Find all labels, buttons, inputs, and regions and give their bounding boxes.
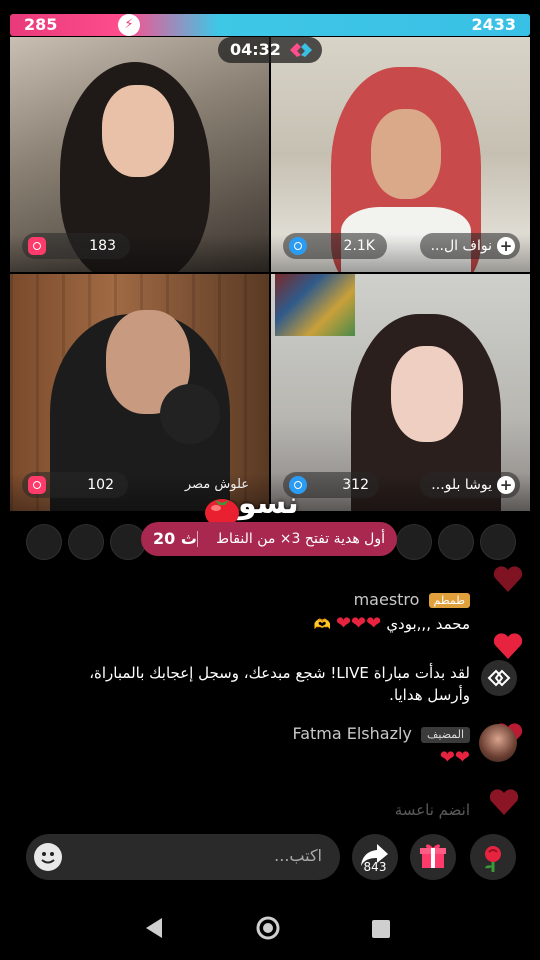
participant-face	[371, 109, 441, 199]
share-count: 843	[363, 860, 387, 874]
viewer-avatar[interactable]	[68, 524, 104, 560]
viewer-pill[interactable]: 2.1K	[283, 233, 387, 259]
countdown: 20 ث	[153, 529, 197, 548]
participant-tile-top-left[interactable]: 183	[10, 37, 269, 272]
divider	[197, 531, 198, 547]
viewer-count: 312	[342, 477, 369, 493]
gift-icon	[420, 844, 446, 868]
chat-text: محمد ,,,بودي	[386, 615, 470, 633]
chat-username[interactable]: maestro	[354, 590, 420, 609]
gift-banner-text: أول هدية تفتح 3× من النقاط	[216, 531, 385, 547]
left-team-score: 285	[24, 15, 58, 34]
viewer-avatar[interactable]	[438, 524, 474, 560]
join-text: انضم ناعسة	[394, 801, 470, 819]
chat-username[interactable]: Fatma Elshazly	[292, 724, 411, 743]
participant-face	[102, 85, 174, 177]
viewer-count: 102	[87, 477, 114, 493]
fan-badge: طمطم	[428, 593, 470, 608]
system-message: لقد بدأت مباراة LIVE! شجع مبدعك، وسجل إع…	[50, 662, 470, 706]
avatar[interactable]	[479, 724, 517, 762]
home-nav-icon[interactable]	[256, 916, 280, 940]
heart-emoji-icon: ❤❤	[439, 747, 470, 768]
heart-icon	[493, 633, 523, 659]
follow-plus-icon[interactable]: +	[497, 237, 515, 255]
hand-heart-icon: 🫶	[313, 617, 331, 633]
camera-icon	[28, 476, 46, 494]
battle-icon	[290, 43, 312, 57]
rose-gift-button[interactable]	[470, 834, 516, 880]
share-button[interactable]: 843	[352, 834, 398, 880]
participant-tile-bottom-left[interactable]: 102 علوش مصر	[10, 274, 269, 511]
participant-face	[391, 346, 463, 442]
battle-timer: 04:32	[218, 37, 322, 63]
rose-icon	[485, 846, 501, 872]
viewer-avatar[interactable]	[396, 524, 432, 560]
participant-name: نواف ال...	[430, 238, 492, 254]
viewer-pill[interactable]: 183	[22, 233, 130, 259]
emoji-icon[interactable]	[34, 843, 62, 871]
follow-plus-icon[interactable]: +	[497, 476, 515, 494]
viewer-avatar[interactable]	[480, 524, 516, 560]
live-match-icon	[481, 660, 517, 696]
heart-emoji-icon: ❤❤❤	[335, 613, 382, 634]
back-nav-icon[interactable]	[146, 918, 164, 938]
camera-icon	[28, 237, 46, 255]
system-navigation-bar	[0, 890, 540, 960]
wall-painting	[275, 274, 355, 336]
participant-tile-bottom-right[interactable]: 312 + يوشا بلو...	[271, 274, 530, 511]
system-text: لقد بدأت مباراة LIVE! شجع مبدعك، وسجل إع…	[89, 664, 470, 704]
participant-name: يوشا بلو...	[431, 477, 492, 493]
heart-icon	[489, 789, 519, 815]
bolt-icon: ⚡	[118, 14, 140, 36]
microphone-icon	[160, 384, 220, 444]
chat-message: المضيف Fatma Elshazly ❤❤	[292, 724, 470, 768]
gift-multiplier-banner[interactable]: 20 ث أول هدية تفتح 3× من النقاط	[141, 522, 397, 556]
battle-score-bar: 285 ⚡ 2433	[10, 14, 530, 36]
join-message: انضم ناعسة	[395, 800, 470, 819]
recents-nav-icon[interactable]	[372, 920, 390, 938]
timer-text: 04:32	[230, 40, 281, 59]
viewer-count: 183	[89, 238, 116, 254]
viewer-count: 2.1K	[343, 238, 375, 254]
host-badge: المضيف	[420, 726, 470, 743]
participant-name-pill[interactable]: + يوشا بلو...	[420, 472, 520, 498]
right-team-score: 2433	[471, 15, 516, 34]
heart-icon	[493, 566, 523, 592]
participant-name-pill[interactable]: + نواف ال...	[420, 233, 520, 259]
comment-placeholder: اكتب...	[274, 846, 322, 865]
eye-icon	[289, 237, 307, 255]
viewer-avatar[interactable]	[26, 524, 62, 560]
viewer-pill[interactable]: 102	[22, 472, 128, 498]
comment-input[interactable]: اكتب...	[26, 834, 340, 880]
chat-message: طمطم maestro محمد ,,,بودي ❤❤❤ 🫶	[313, 590, 470, 634]
gift-button[interactable]	[410, 834, 456, 880]
participant-tile-top-right[interactable]: 2.1K + نواف ال...	[271, 37, 530, 272]
